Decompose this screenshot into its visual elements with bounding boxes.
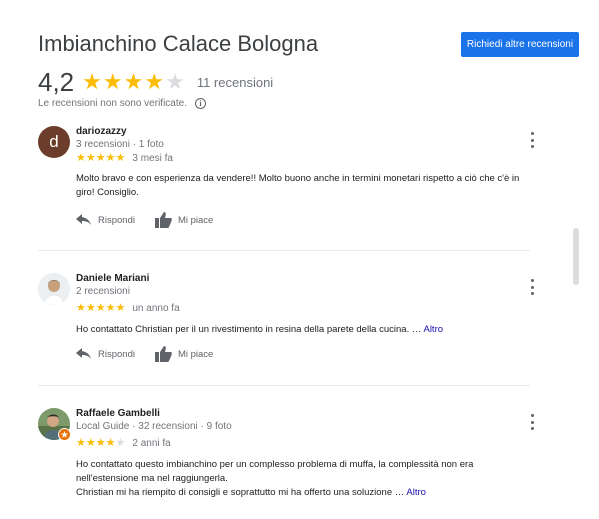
review-author-meta: 3 recensioni · 1 foto — [76, 139, 164, 150]
scrollbar[interactable] — [573, 228, 579, 285]
divider — [38, 250, 530, 251]
more-link[interactable]: Altro — [423, 324, 443, 335]
review-actions: Rispondi Mi piace — [76, 212, 213, 228]
summary-stars: ★ ★ ★ ★ ★ — [82, 71, 185, 93]
more-link[interactable]: Altro — [406, 487, 426, 498]
star-icon: ★ — [115, 152, 126, 164]
review-actions: Rispondi Mi piace — [76, 346, 213, 362]
unverified-notice: Le recensioni non sono verificate. i — [38, 98, 206, 109]
star-icon: ★ — [85, 437, 96, 449]
star-icon: ★ — [165, 69, 185, 94]
place-title: Imbianchino Calace Bologna — [38, 31, 319, 56]
review-time: un anno fa — [132, 303, 180, 314]
like-label: Mi piace — [177, 348, 214, 360]
star-icon: ★ — [95, 152, 106, 164]
review-time: 2 anni fa — [132, 438, 171, 449]
review-author[interactable]: Daniele Mariani — [76, 273, 149, 284]
more-vert-icon[interactable] — [528, 279, 536, 295]
star-icon: ★ — [76, 437, 86, 449]
review-author-meta: Local Guide · 32 recensioni · 9 foto — [76, 421, 232, 432]
review-rating: ★ ★ ★ ★ ★ 2 anni fa — [76, 437, 171, 450]
star-icon: ★ — [144, 69, 165, 94]
review-count: 11 recensioni — [196, 74, 274, 90]
more-vert-icon[interactable] — [528, 414, 536, 430]
review-card: d dariozazzy 3 recensioni · 1 foto ★ ★ ★… — [38, 126, 560, 236]
reply-label: Rispondi — [98, 348, 135, 360]
star-icon: ★ — [85, 302, 96, 314]
divider — [38, 385, 530, 386]
star-icon: ★ — [76, 152, 86, 164]
review-text: Ho contattato Christian per il un rivest… — [76, 323, 536, 337]
star-icon: ★ — [123, 69, 144, 94]
thumbs-up-icon — [154, 212, 172, 228]
rating-summary: 4,2 ★ ★ ★ ★ ★ 11 recensioni — [38, 66, 274, 97]
reply-label: Rispondi — [98, 214, 135, 226]
local-guide-badge-icon — [58, 428, 71, 441]
star-icon: ★ — [82, 69, 102, 94]
review-body: Molto bravo e con esperienza da vendere!… — [76, 173, 520, 198]
avatar-photo — [38, 273, 70, 305]
review-card: Daniele Mariani 2 recensioni ★ ★ ★ ★ ★ u… — [38, 273, 560, 373]
star-icon: ★ — [95, 302, 106, 314]
star-icon: ★ — [105, 152, 116, 164]
star-icon: ★ — [95, 437, 106, 449]
avatar[interactable] — [38, 273, 70, 305]
star-icon: ★ — [105, 302, 116, 314]
review-rating: ★ ★ ★ ★ ★ un anno fa — [76, 302, 180, 315]
like-button[interactable]: Mi piace — [154, 212, 214, 228]
review-author[interactable]: dariozazzy — [76, 126, 127, 137]
reply-arrow-icon — [76, 214, 91, 225]
average-score: 4,2 — [38, 66, 75, 97]
unverified-text: Le recensioni non sono verificate. — [38, 98, 187, 109]
avatar[interactable]: d — [38, 126, 70, 158]
request-reviews-button[interactable]: Richiedi altre recensioni — [461, 32, 579, 57]
star-icon: ★ — [115, 437, 126, 449]
star-icon: ★ — [105, 437, 116, 449]
reply-button[interactable]: Rispondi — [76, 348, 135, 360]
star-icon: ★ — [85, 152, 96, 164]
thumbs-up-icon — [154, 346, 172, 362]
reply-arrow-icon — [76, 348, 91, 359]
review-rating: ★ ★ ★ ★ ★ 3 mesi fa — [76, 152, 173, 165]
review-author[interactable]: Raffaele Gambelli — [76, 408, 160, 419]
review-card: Raffaele Gambelli Local Guide · 32 recen… — [38, 408, 560, 508]
star-icon: ★ — [102, 69, 123, 94]
info-icon[interactable]: i — [194, 98, 206, 109]
review-time: 3 mesi fa — [132, 153, 173, 164]
review-author-meta: 2 recensioni — [76, 286, 130, 297]
more-vert-icon[interactable] — [528, 132, 536, 148]
like-button[interactable]: Mi piace — [154, 346, 214, 362]
review-text: Ho contattato questo imbianchino per un … — [76, 458, 536, 500]
star-icon: ★ — [76, 302, 86, 314]
reply-button[interactable]: Rispondi — [76, 214, 135, 226]
review-text: Molto bravo e con esperienza da vendere!… — [76, 172, 536, 200]
review-body: Ho contattato Christian per il un rivest… — [76, 324, 422, 335]
like-label: Mi piace — [177, 214, 214, 226]
star-icon: ★ — [115, 302, 126, 314]
